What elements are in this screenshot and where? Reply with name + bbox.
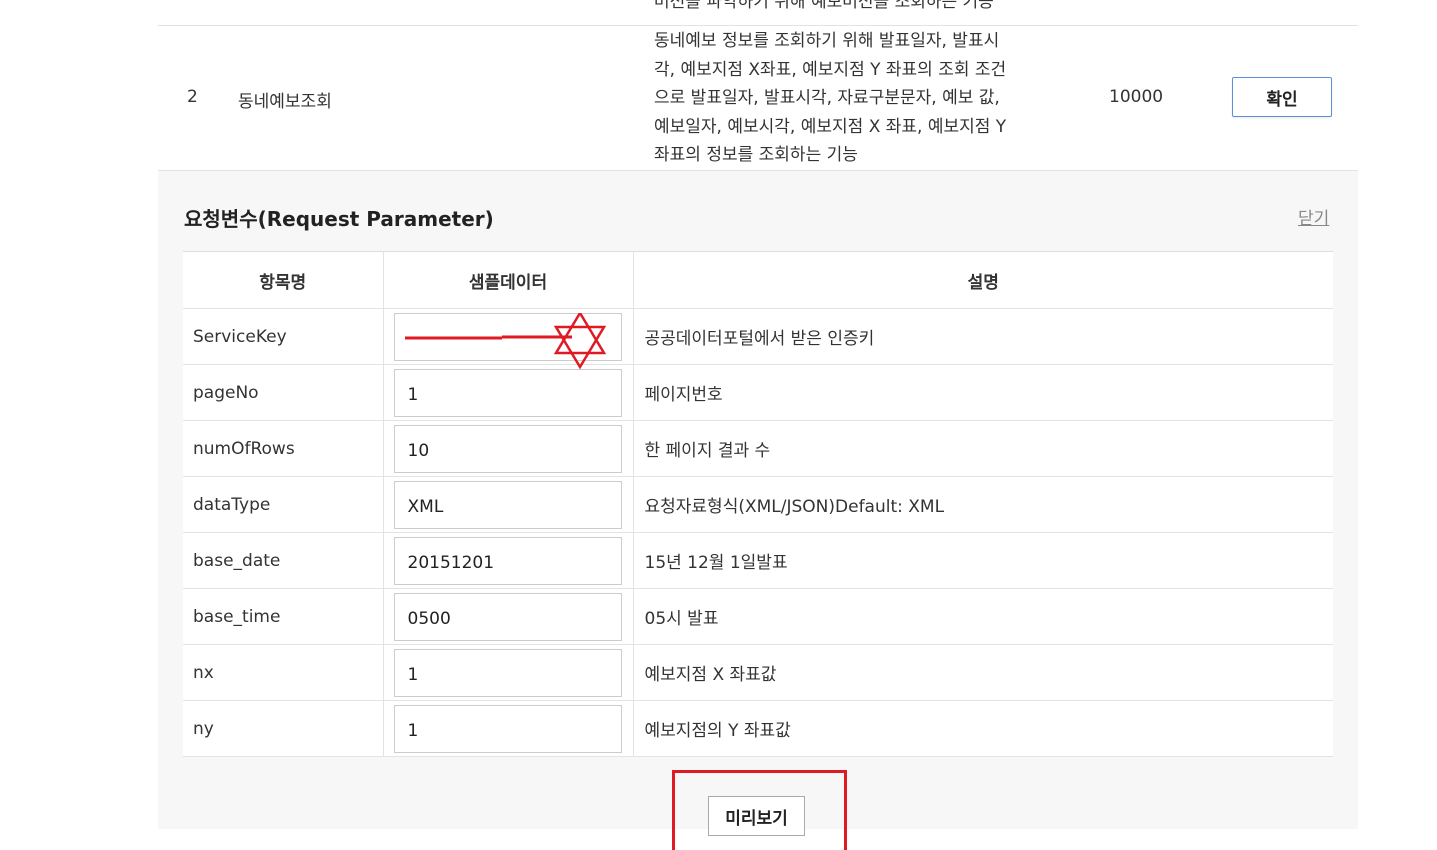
description-line: 동네예보 정보를 조회하기 위해 발표일자, 발표시 (654, 31, 1000, 51)
ny-input[interactable] (393, 704, 622, 753)
description-line: 으로 발표일자, 발표시각, 자료구분문자, 예보 값, (654, 88, 1000, 108)
param-name: base_time (183, 588, 384, 645)
param-sample-cell (383, 308, 634, 369)
close-link[interactable]: 닫기 (1298, 204, 1329, 229)
data-type-input[interactable] (393, 480, 622, 529)
operation-number: 2 (187, 87, 198, 107)
param-sample-cell (383, 476, 634, 533)
param-sample-cell (383, 532, 634, 589)
param-name: ny (183, 700, 384, 757)
param-description: 예보지점 X 좌표값 (633, 644, 1333, 701)
param-name: ServiceKey (183, 308, 384, 365)
param-description: 요청자료형식(XML/JSON)Default: XML (633, 476, 1333, 533)
table-row: pageNo 페이지번호 (183, 364, 1333, 421)
table-row: dataType 요청자료형식(XML/JSON)Default: XML (183, 476, 1333, 533)
description-line: 예보일자, 예보시각, 예보지점 X 좌표, 예보지점 Y (654, 116, 1007, 137)
operation-name: 동네예보조회 (238, 92, 332, 112)
description-line: 좌표의 정보를 조회하는 기능 (654, 145, 858, 165)
preview-button[interactable]: 미리보기 (708, 796, 805, 836)
page-no-input[interactable] (393, 368, 622, 417)
num-of-rows-input[interactable] (393, 424, 622, 473)
base-date-input[interactable] (393, 536, 622, 585)
table-row: numOfRows 한 페이지 결과 수 (183, 420, 1333, 477)
param-sample-cell (383, 588, 634, 645)
table-header-row: 항목명 샘플데이터 설명 (183, 251, 1333, 309)
header-sample: 샘플데이터 (383, 251, 634, 309)
table-row: ny 예보지점의 Y 좌표값 (183, 700, 1333, 757)
param-description: 05시 발표 (633, 588, 1333, 645)
request-parameter-panel: 요청변수(Request Parameter) 닫기 항목명 샘플데이터 설명 … (158, 171, 1358, 850)
param-name: numOfRows (183, 420, 384, 477)
table-row: base_date 15년 12월 1일발표 (183, 532, 1333, 589)
nx-input[interactable] (393, 648, 622, 697)
traffic-limit: 10000 (1109, 87, 1164, 107)
table-row: nx 예보지점 X 좌표값 (183, 644, 1333, 701)
service-key-wrapper (393, 312, 622, 369)
request-parameter-table: 항목명 샘플데이터 설명 ServiceKey 공공데이터포털에서 받은 인증키… (183, 251, 1333, 757)
param-name: nx (183, 644, 384, 701)
header-description: 설명 (633, 251, 1333, 309)
param-sample-cell (383, 700, 634, 757)
param-description: 15년 12월 1일발표 (633, 532, 1333, 589)
param-sample-cell (383, 420, 634, 477)
confirm-button[interactable]: 확인 (1232, 77, 1332, 117)
operation-description: 동네예보 정보를 조회하기 위해 발표일자, 발표시 각, 예보지점 X좌표, … (654, 27, 1006, 170)
param-description: 공공데이터포털에서 받은 인증키 (633, 308, 1333, 365)
panel-title: 요청변수(Request Parameter) (184, 207, 494, 231)
redaction-star-icon (404, 312, 606, 369)
table-row: ServiceKey 공공데이터포털에서 받은 인증키 (183, 308, 1333, 369)
param-sample-cell (383, 644, 634, 701)
description-line: 각, 예보지점 X좌표, 예보지점 Y 좌표의 조회 조건 (654, 59, 1007, 80)
operation-row-2: 2 동네예보조회 동네예보 정보를 조회하기 위해 발표일자, 발표시 각, 예… (158, 26, 1358, 171)
table-row: base_time 05시 발표 (183, 588, 1333, 645)
operation-row-1: 버전을 파악하기 위해 예보버전을 조회하는 기능 (158, 0, 1358, 26)
base-time-input[interactable] (393, 592, 622, 641)
param-name: dataType (183, 476, 384, 533)
param-name: base_date (183, 532, 384, 589)
param-description: 페이지번호 (633, 364, 1333, 421)
param-sample-cell (383, 364, 634, 421)
param-description: 예보지점의 Y 좌표값 (633, 700, 1333, 757)
header-name: 항목명 (183, 251, 384, 309)
operation-description: 버전을 파악하기 위해 예보버전을 조회하는 기능 (654, 0, 994, 12)
param-name: pageNo (183, 364, 384, 421)
param-description: 한 페이지 결과 수 (633, 420, 1333, 477)
